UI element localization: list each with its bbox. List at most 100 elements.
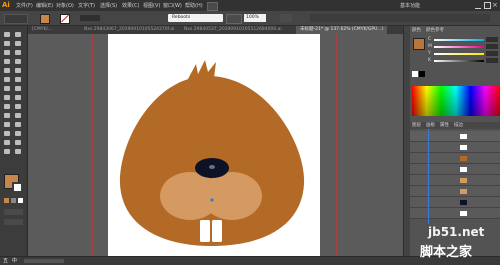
direct-selection-tool-icon[interactable] bbox=[15, 32, 21, 37]
value-k[interactable] bbox=[486, 58, 498, 63]
stroke-weight-field[interactable] bbox=[80, 15, 100, 21]
layer-row[interactable] bbox=[410, 197, 500, 208]
fill-swatch[interactable] bbox=[40, 14, 50, 24]
tab-properties[interactable]: 属性 bbox=[440, 122, 449, 129]
left-tooth bbox=[200, 220, 210, 242]
layer-row[interactable] bbox=[410, 153, 500, 164]
rectangle-tool-icon[interactable] bbox=[4, 68, 10, 73]
layer-row[interactable] bbox=[410, 142, 500, 153]
close-icon[interactable]: × bbox=[492, 1, 498, 9]
symbol-sprayer-tool-icon[interactable] bbox=[4, 131, 10, 136]
app-logo: Ai bbox=[2, 1, 10, 9]
none-mode-icon[interactable] bbox=[18, 198, 23, 203]
color-spectrum[interactable] bbox=[412, 86, 500, 116]
menu-window[interactable]: 窗口(W) bbox=[163, 2, 182, 9]
magic-wand-tool-icon[interactable] bbox=[4, 41, 10, 46]
paintbrush-tool-icon[interactable] bbox=[15, 68, 21, 73]
screen-mode-icon[interactable] bbox=[4, 219, 23, 225]
slider-m[interactable] bbox=[434, 46, 484, 48]
maximize-icon[interactable] bbox=[484, 2, 491, 9]
color-mode-icon[interactable] bbox=[4, 198, 9, 203]
stroke-color-box[interactable] bbox=[12, 182, 23, 193]
free-transform-tool-icon[interactable] bbox=[15, 95, 21, 100]
ime-mode[interactable]: 中 bbox=[12, 257, 17, 264]
menu-effect[interactable]: 效果(C) bbox=[122, 2, 139, 9]
taskbar-icons bbox=[24, 259, 64, 263]
hand-tool-icon[interactable] bbox=[4, 149, 10, 154]
right-panel-dock: 颜色 颜色参考 C M Y K 图层 画板 属性 描边 bbox=[403, 26, 500, 256]
right-tooth bbox=[212, 220, 222, 242]
layer-row[interactable] bbox=[410, 131, 500, 142]
tab-doc-active[interactable]: 未标题-21* @ 137.62% (CMYK/GPU...) bbox=[296, 26, 388, 34]
nose-highlight bbox=[209, 165, 215, 169]
ime-indicator[interactable]: 五 bbox=[3, 257, 8, 264]
blend-tool-icon[interactable] bbox=[15, 122, 21, 127]
menu-file[interactable]: 文件(F) bbox=[16, 2, 33, 9]
line-tool-icon[interactable] bbox=[15, 59, 21, 64]
slider-c[interactable] bbox=[434, 39, 484, 41]
value-c[interactable] bbox=[486, 37, 498, 42]
menu-view[interactable]: 视图(V) bbox=[143, 2, 160, 9]
layer-row[interactable] bbox=[410, 186, 500, 197]
layer-row[interactable] bbox=[410, 175, 500, 186]
tab-stroke[interactable]: 描边 bbox=[454, 122, 463, 129]
graph-tool-icon[interactable] bbox=[15, 131, 21, 136]
menu-help[interactable]: 帮助(H) bbox=[185, 2, 203, 9]
tab-color[interactable]: 颜色 bbox=[412, 27, 421, 34]
tab-artboards[interactable]: 画板 bbox=[426, 122, 435, 129]
layer-row[interactable] bbox=[410, 208, 500, 219]
menu-select[interactable]: 选择(S) bbox=[100, 2, 117, 9]
lasso-tool-icon[interactable] bbox=[15, 41, 21, 46]
tab-doc-3[interactable]: Nxs 29840537_20190910105512684000.ai bbox=[180, 26, 286, 34]
opacity-field[interactable]: 100% bbox=[244, 14, 266, 22]
color-panel-swatch[interactable] bbox=[413, 38, 425, 50]
slice-tool-icon[interactable] bbox=[15, 140, 21, 145]
workspace-switcher[interactable]: 基本功能 bbox=[400, 2, 420, 9]
selection-tool-icon[interactable] bbox=[4, 32, 10, 37]
bridge-icon[interactable] bbox=[207, 2, 218, 11]
slider-k[interactable] bbox=[434, 60, 484, 62]
draw-modes-icon[interactable] bbox=[4, 209, 23, 215]
tab-doc-2[interactable]: Nxs 29843067_20190910105524370f.ai bbox=[80, 26, 178, 34]
bleed-guide-right bbox=[336, 34, 337, 256]
font-select[interactable]: Reboots bbox=[168, 14, 223, 22]
menu-object[interactable]: 对象(O) bbox=[56, 2, 74, 9]
tab-layers[interactable]: 图层 bbox=[412, 122, 421, 129]
perspective-grid-tool-icon[interactable] bbox=[15, 104, 21, 109]
layer-row[interactable] bbox=[410, 164, 500, 175]
eyedropper-tool-icon[interactable] bbox=[4, 122, 10, 127]
channel-c: C bbox=[428, 37, 432, 42]
layer-thumbnail bbox=[460, 134, 467, 139]
scale-tool-icon[interactable] bbox=[15, 86, 21, 91]
align-controls bbox=[310, 14, 490, 22]
pencil-tool-icon[interactable] bbox=[4, 77, 10, 82]
tab-color-guide[interactable]: 颜色参考 bbox=[426, 27, 444, 34]
minimize-icon[interactable] bbox=[475, 2, 481, 9]
pen-tool-icon[interactable] bbox=[4, 50, 10, 55]
tab-doc-1[interactable]: [CMYK/... bbox=[28, 26, 56, 34]
width-tool-icon[interactable] bbox=[4, 95, 10, 100]
menu-edit[interactable]: 编辑(E) bbox=[36, 2, 53, 9]
zoom-tool-icon[interactable] bbox=[15, 149, 21, 154]
rotate-tool-icon[interactable] bbox=[4, 86, 10, 91]
type-tool-icon[interactable] bbox=[4, 59, 10, 64]
menu-type[interactable]: 文字(T) bbox=[78, 2, 95, 9]
value-y[interactable] bbox=[486, 51, 498, 56]
curvature-tool-icon[interactable] bbox=[15, 50, 21, 55]
gradient-mode-icon[interactable] bbox=[11, 198, 16, 203]
stroke-swatch[interactable] bbox=[60, 14, 70, 24]
black-swatch[interactable] bbox=[419, 71, 425, 77]
shape-builder-tool-icon[interactable] bbox=[4, 104, 10, 109]
beaver-illustration[interactable] bbox=[108, 34, 320, 256]
white-swatch[interactable] bbox=[412, 71, 418, 77]
layer-thumbnail bbox=[460, 145, 467, 150]
value-m[interactable] bbox=[486, 44, 498, 49]
gradient-tool-icon[interactable] bbox=[15, 113, 21, 118]
eraser-tool-icon[interactable] bbox=[15, 77, 21, 82]
artboard-tool-icon[interactable] bbox=[4, 140, 10, 145]
slider-y[interactable] bbox=[434, 53, 484, 55]
mesh-tool-icon[interactable] bbox=[4, 113, 10, 118]
style-swatch[interactable] bbox=[280, 14, 292, 22]
style-dropdown[interactable] bbox=[226, 14, 242, 24]
watermark-name: 脚本之家 bbox=[420, 245, 473, 260]
